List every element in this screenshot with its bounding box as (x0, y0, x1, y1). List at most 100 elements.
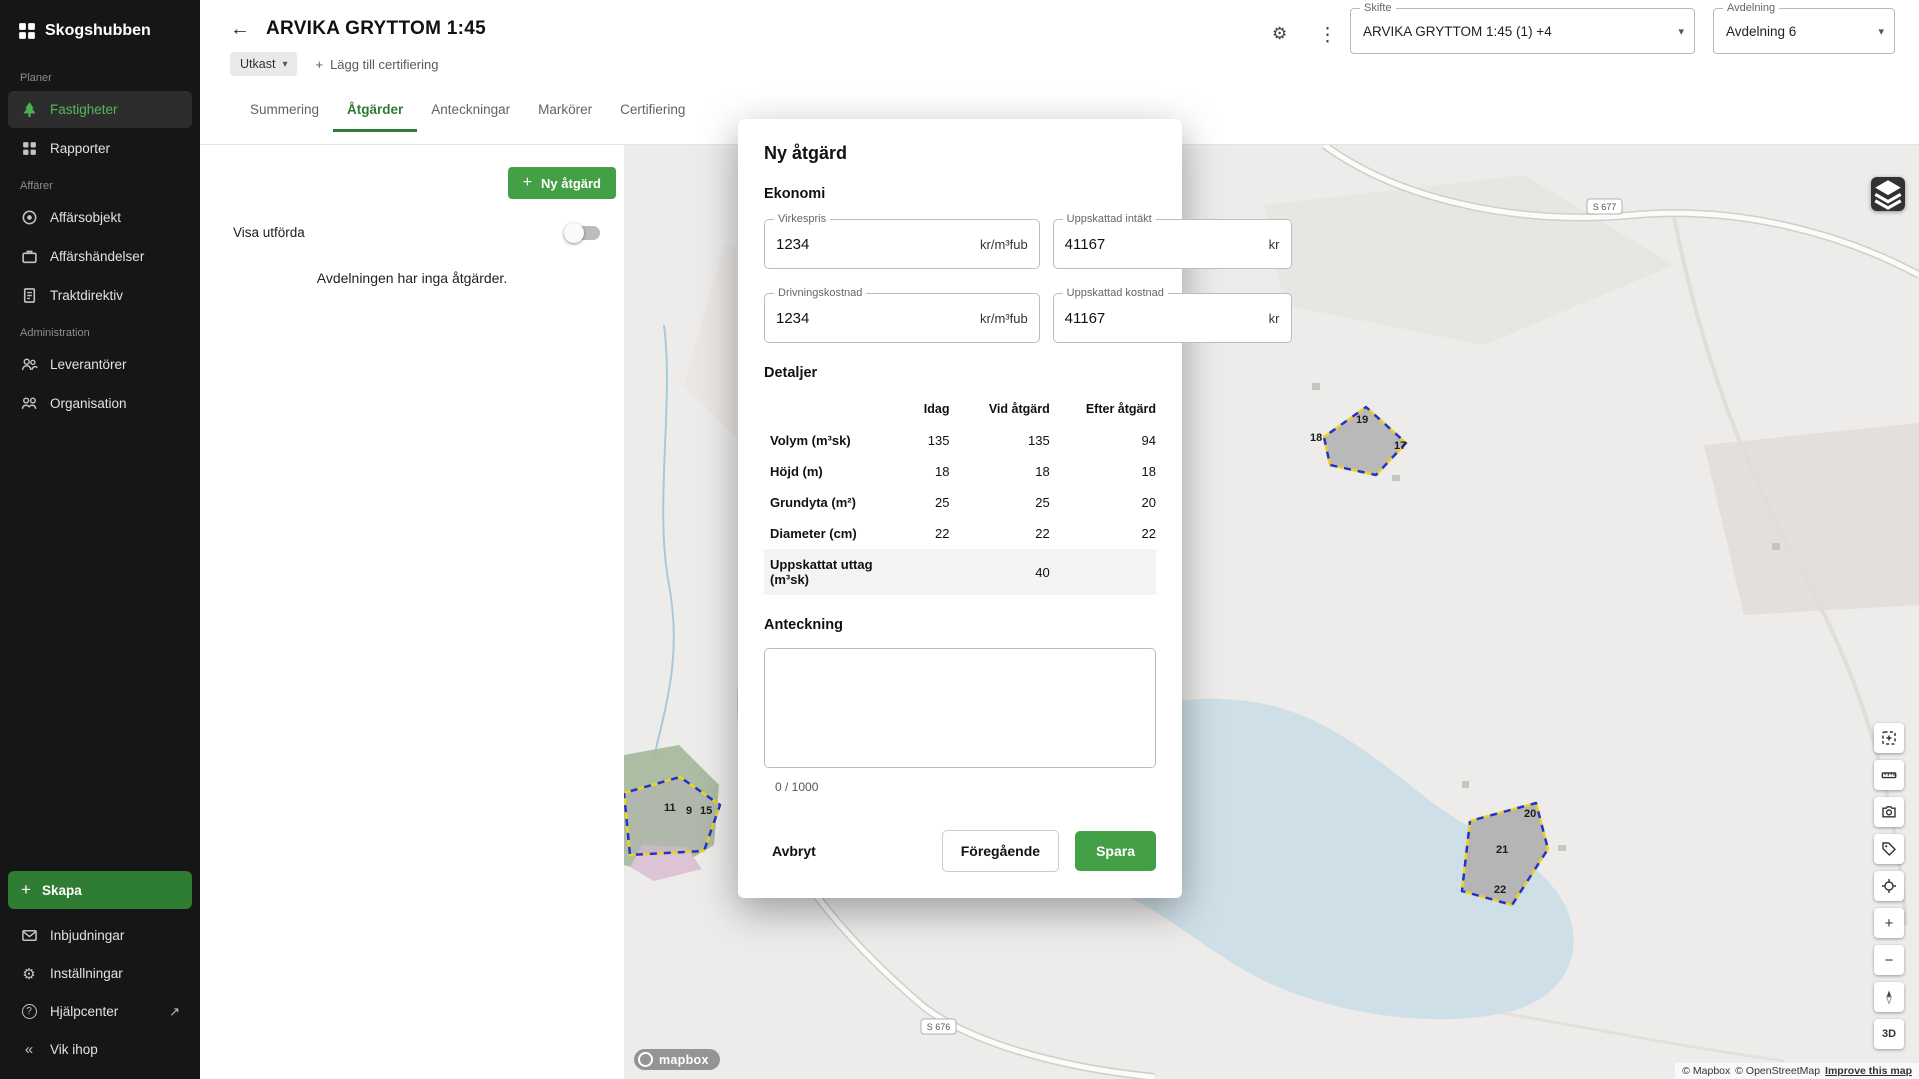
tag-button[interactable] (1874, 834, 1904, 864)
zoom-out-button[interactable]: − (1874, 945, 1904, 975)
new-action-modal: Ny åtgärd Ekonomi Virkespris kr/m³fub Up… (738, 119, 1292, 898)
sidebar-item-label: Rapporter (50, 141, 111, 156)
table-row: Grundyta (m²) 25 25 20 (764, 487, 1156, 518)
sidebar-item-affarshandelser[interactable]: Affärshändelser (8, 238, 192, 275)
actions-panel: + Ny åtgärd Visa utförda Avdelningen har… (200, 145, 624, 1079)
row-value: 22 (1035, 526, 1050, 541)
settings-icon[interactable]: ⚙ (1272, 24, 1287, 44)
sidebar-item-hjalpcenter[interactable]: ? Hjälpcenter ↗ (8, 993, 192, 1030)
tab-markorer[interactable]: Markörer (524, 90, 606, 132)
row-value (874, 549, 949, 595)
skifte-value: ARVIKA GRYTTOM 1:45 (1) +4 (1363, 23, 1552, 39)
tab-atgarder[interactable]: Åtgärder (333, 90, 418, 132)
add-certification-label: Lägg till certifiering (330, 56, 439, 72)
camera-button[interactable] (1874, 797, 1904, 827)
zoom-in-button[interactable]: + (1874, 908, 1904, 938)
skifte-select[interactable]: Skifte ARVIKA GRYTTOM 1:45 (1) +4 ▾ (1350, 2, 1695, 54)
show-completed-toggle[interactable] (564, 222, 600, 243)
uppskattad-kostnad-unit: kr (1268, 310, 1280, 326)
app-logo: Skogshubben (0, 0, 200, 60)
locate-button[interactable] (1874, 871, 1904, 901)
empty-message: Avdelningen har inga åtgärder. (316, 270, 508, 286)
sidebar-item-traktdirektiv[interactable]: Traktdirektiv (8, 277, 192, 314)
parcel-number: 17 (1394, 440, 1406, 452)
document-icon (20, 287, 38, 305)
virkespris-input[interactable] (776, 235, 975, 253)
uppskattad-intakt-input[interactable] (1064, 235, 1264, 253)
row-label: Höjd (m) (770, 464, 823, 479)
target-icon (20, 209, 38, 227)
parcel-number: 19 (1356, 414, 1368, 426)
sidebar-item-inbjudningar[interactable]: Inbjudningar (8, 917, 192, 954)
sidebar-item-label: Fastigheter (50, 102, 118, 117)
road-shield-s677: S 677 (1586, 198, 1623, 215)
character-counter: 0 / 1000 (775, 780, 819, 794)
uppskattad-kostnad-input[interactable] (1064, 309, 1264, 327)
modal-title: Ny åtgärd (764, 143, 848, 163)
create-button[interactable]: + Skapa (8, 871, 192, 909)
briefcase-icon (20, 248, 38, 266)
virkespris-label: Virkespris (774, 213, 831, 225)
parcel-number: 21 (1496, 844, 1508, 856)
people-icon (20, 356, 38, 374)
layers-button[interactable] (1871, 177, 1905, 211)
note-textarea[interactable] (764, 648, 1156, 768)
row-label: Uppskattat uttag (m³sk) (770, 557, 873, 587)
sidebar-item-label: Organisation (50, 396, 127, 411)
sidebar-item-fastigheter[interactable]: Fastigheter (8, 91, 192, 128)
map-control-column: + − 3D (1874, 723, 1904, 1049)
crosshair-icon (1882, 879, 1896, 893)
sidebar-item-leverantorer[interactable]: Leverantörer (8, 346, 192, 383)
show-completed-label: Visa utförda (233, 225, 305, 240)
table-row: Diameter (cm) 22 22 22 (764, 518, 1156, 549)
select-area-button[interactable] (1874, 723, 1904, 753)
economy-heading: Ekonomi (764, 186, 826, 202)
measure-button[interactable] (1874, 760, 1904, 790)
save-button[interactable]: Spara (1075, 831, 1156, 871)
3d-button[interactable]: 3D (1874, 1019, 1904, 1049)
status-badge[interactable]: Utkast ▾ (230, 52, 298, 76)
sidebar-item-label: Traktdirektiv (50, 288, 124, 303)
row-label: Grundyta (m²) (770, 495, 856, 510)
sidebar-footer: + Skapa Inbjudningar ⚙ Inställningar ? H… (0, 863, 200, 1079)
skifte-label: Skifte (1360, 2, 1396, 14)
collapse-icon: « (24, 1041, 34, 1058)
row-value: 135 (927, 433, 950, 448)
attribution-mapbox[interactable]: © Mapbox (1682, 1065, 1730, 1077)
avdelning-select[interactable]: Avdelning Avdelning 6 ▾ (1713, 2, 1895, 54)
sidebar-item-collapse[interactable]: « Vik ihop (8, 1031, 192, 1068)
sidebar-item-rapporter[interactable]: Rapporter (8, 130, 192, 167)
row-value: 22 (1141, 526, 1156, 541)
parcel-number: 11 (664, 802, 676, 814)
tab-anteckningar[interactable]: Anteckningar (417, 90, 524, 132)
uppskattad-intakt-unit: kr (1268, 236, 1280, 252)
attribution-improve-link[interactable]: Improve this map (1825, 1065, 1912, 1077)
sidebar-item-organisation[interactable]: Organisation (8, 385, 192, 422)
tab-summering[interactable]: Summering (236, 90, 333, 132)
more-options-icon[interactable]: ⋮ (1318, 24, 1337, 47)
envelope-icon (20, 927, 38, 945)
virkespris-unit: kr/m³fub (980, 236, 1028, 252)
add-certification-button[interactable]: + Lägg till certifiering (315, 57, 438, 72)
back-button[interactable]: ← (230, 19, 250, 39)
section-header-administration: Administration (20, 327, 90, 339)
compass-button[interactable] (1874, 982, 1904, 1012)
tab-certifiering[interactable]: Certifiering (606, 90, 699, 132)
avdelning-label: Avdelning (1723, 2, 1780, 14)
attribution-osm[interactable]: © OpenStreetMap (1735, 1065, 1820, 1077)
sidebar-item-label: Inställningar (50, 966, 123, 981)
new-action-button[interactable]: + Ny åtgärd (507, 167, 616, 199)
tree-icon (20, 101, 38, 119)
drivningskostnad-input[interactable] (776, 309, 975, 327)
sidebar-item-affarsobjekt[interactable]: Affärsobjekt (8, 199, 192, 236)
sidebar-item-installningar[interactable]: ⚙ Inställningar (8, 955, 192, 992)
toggle-knob (564, 222, 584, 243)
column-efter-atgard: Efter åtgärd (1085, 402, 1156, 416)
cancel-button[interactable]: Avbryt (764, 833, 824, 869)
map-attribution: © Mapbox © OpenStreetMap Improve this ma… (1675, 1063, 1919, 1079)
uppskattad-kostnad-label: Uppskattad kostnad (1062, 287, 1168, 299)
page-title: ARVIKA GRYTTOM 1:45 (266, 18, 487, 39)
previous-button[interactable]: Föregående (941, 830, 1060, 872)
row-value: 20 (1141, 495, 1156, 510)
mapbox-logo-text: mapbox (659, 1052, 709, 1067)
